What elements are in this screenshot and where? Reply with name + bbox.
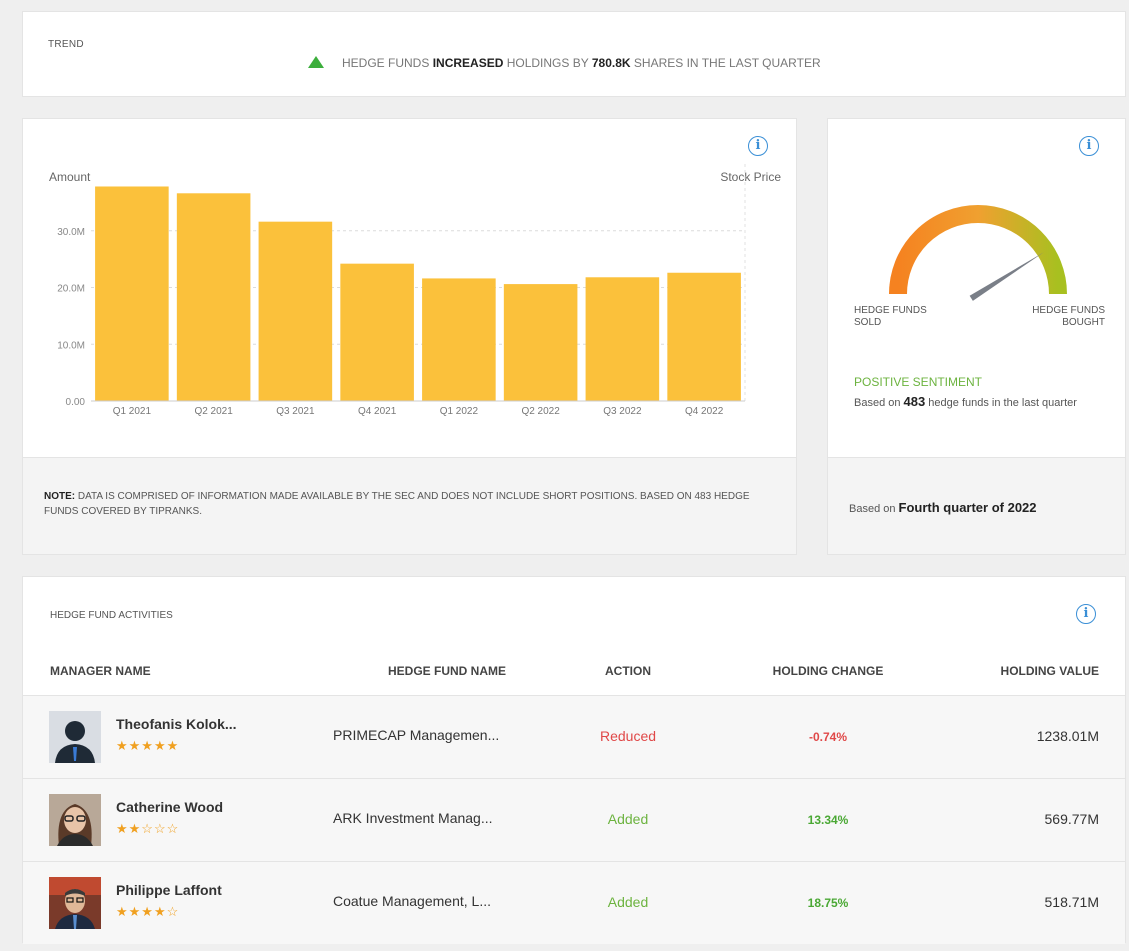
bar-q4-2022 bbox=[667, 272, 741, 401]
table-row[interactable]: Philippe Laffont ★★★★☆ Coatue Management… bbox=[23, 861, 1125, 944]
basis-post: hedge funds in the last quarter bbox=[925, 397, 1077, 409]
holding-change: 18.75% bbox=[807, 896, 849, 910]
manager-name[interactable]: Theofanis Kolok... bbox=[116, 716, 237, 732]
action-value: Added bbox=[607, 811, 649, 827]
manager-name[interactable]: Philippe Laffont bbox=[116, 882, 222, 898]
bar-q4-2021 bbox=[340, 263, 414, 401]
info-icon[interactable]: i bbox=[1079, 136, 1099, 156]
y-tick-label: 0.00 bbox=[66, 397, 86, 408]
bar-q2-2022 bbox=[503, 284, 578, 401]
info-icon[interactable]: i bbox=[1076, 604, 1096, 624]
trend-card: TREND HEDGE FUNDS INCREASED HOLDINGS BY … bbox=[22, 11, 1126, 97]
trend-msg-suffix: SHARES IN THE LAST QUARTER bbox=[630, 56, 821, 70]
sold-label: HEDGE FUNDS SOLD bbox=[854, 305, 927, 329]
holdings-chart-card: i Amount Stock Price 0.00 10.0M 20.0M 30.0M Q1… bbox=[22, 118, 797, 555]
star-rating-icon: ★★☆☆☆ bbox=[116, 821, 180, 836]
avatar[interactable] bbox=[49, 711, 101, 763]
sentiment-card: i HEDGE FUNDS SOLD HEDGE FUNDS BOUGHT POSI… bbox=[827, 118, 1126, 555]
sold-label-line1: HEDGE FUNDS bbox=[854, 305, 927, 316]
avatar[interactable] bbox=[49, 877, 101, 929]
x-tick-label: Q4 2022 bbox=[685, 406, 724, 417]
y-tick-label: 20.0M bbox=[57, 284, 85, 295]
hedge-fund-activities-card: HEDGE FUND ACTIVITIES i MANAGER NAME HED… bbox=[22, 576, 1126, 944]
bar-q3-2022 bbox=[585, 277, 660, 401]
holding-value: 518.71M bbox=[1044, 894, 1099, 910]
avatar-photo-icon bbox=[49, 877, 101, 929]
fund-name[interactable]: PRIMECAP Managemen... bbox=[333, 727, 499, 743]
basis-count: 483 bbox=[903, 394, 926, 409]
trend-label: TREND bbox=[48, 39, 84, 50]
header-change[interactable]: HOLDING CHANGE bbox=[763, 664, 893, 678]
y-tick-label: 30.0M bbox=[57, 227, 85, 238]
gauge-needle bbox=[969, 252, 1044, 301]
avatar-placeholder-icon bbox=[49, 711, 101, 763]
sentiment-basis: Based on 483 hedge funds in the last qua… bbox=[854, 393, 1099, 412]
trend-msg-mid: HOLDINGS BY bbox=[503, 56, 592, 70]
x-tick-label: Q2 2021 bbox=[194, 406, 233, 417]
fund-name[interactable]: Coatue Management, L... bbox=[333, 893, 491, 909]
x-tick-label: Q2 2022 bbox=[521, 406, 560, 417]
header-action[interactable]: ACTION bbox=[563, 664, 693, 678]
bought-label-line1: HEDGE FUNDS bbox=[1032, 305, 1105, 316]
holding-change: -0.74% bbox=[808, 730, 848, 744]
star-rating-icon: ★★★★★ bbox=[116, 738, 180, 753]
note-text: NOTE: DATA IS COMPRISED OF INFORMATION M… bbox=[44, 489, 774, 519]
basis-pre: Based on bbox=[854, 397, 904, 409]
star-rating-icon: ★★★★☆ bbox=[116, 904, 180, 919]
action-value: Reduced bbox=[599, 728, 657, 744]
sentiment-gauge bbox=[889, 205, 1067, 301]
holdings-bar-chart: Amount Stock Price 0.00 10.0M 20.0M 30.0M Q1 2… bbox=[49, 164, 781, 417]
note-lead: NOTE: bbox=[44, 491, 76, 502]
trend-msg-action: INCREASED bbox=[432, 56, 504, 70]
bought-label-line2: BOUGHT bbox=[1062, 317, 1105, 328]
holding-change: 13.34% bbox=[807, 813, 849, 827]
bar-q2-2021 bbox=[176, 193, 251, 401]
period-pre: Based on bbox=[849, 503, 899, 515]
table-row[interactable]: Theofanis Kolok... ★★★★★ PRIMECAP Manage… bbox=[23, 695, 1125, 778]
y-axis-title: Amount bbox=[49, 170, 91, 184]
activities-title: HEDGE FUND ACTIVITIES bbox=[50, 610, 173, 621]
x-tick-label: Q3 2022 bbox=[603, 406, 642, 417]
sentiment-label: POSITIVE SENTIMENT bbox=[854, 375, 983, 389]
avatar[interactable] bbox=[49, 794, 101, 846]
sold-label-line2: SOLD bbox=[854, 317, 882, 328]
period-value: Fourth quarter of 2022 bbox=[898, 500, 1037, 515]
gauge-needle-shape bbox=[969, 252, 1044, 301]
x-tick-label: Q1 2021 bbox=[113, 406, 152, 417]
action-value: Added bbox=[607, 894, 649, 910]
trend-up-icon bbox=[308, 56, 324, 68]
avatar-photo-icon bbox=[49, 794, 101, 846]
bar-q3-2021 bbox=[258, 221, 333, 401]
x-tick-label: Q4 2021 bbox=[358, 406, 397, 417]
fund-name[interactable]: ARK Investment Manag... bbox=[333, 810, 493, 826]
bar-q1-2022 bbox=[422, 278, 496, 401]
trend-msg-prefix: HEDGE FUNDS bbox=[342, 56, 433, 70]
y-tick-label: 10.0M bbox=[57, 340, 85, 351]
bought-label: HEDGE FUNDS BOUGHT bbox=[1032, 305, 1105, 329]
header-value[interactable]: HOLDING VALUE bbox=[1001, 664, 1099, 678]
table-row[interactable]: Catherine Wood ★★☆☆☆ ARK Investment Mana… bbox=[23, 778, 1125, 861]
holding-value: 1238.01M bbox=[1036, 728, 1099, 744]
manager-name[interactable]: Catherine Wood bbox=[116, 799, 223, 815]
header-manager[interactable]: MANAGER NAME bbox=[50, 664, 151, 678]
y2-axis-title: Stock Price bbox=[720, 170, 781, 184]
holding-value: 569.77M bbox=[1044, 811, 1099, 827]
x-tick-label: Q3 2021 bbox=[276, 406, 315, 417]
header-fund[interactable]: HEDGE FUND NAME bbox=[388, 664, 506, 678]
sentiment-period: Based on Fourth quarter of 2022 bbox=[849, 500, 1037, 515]
x-tick-label: Q1 2022 bbox=[440, 406, 479, 417]
bar-q1-2021 bbox=[95, 186, 169, 401]
note-body: DATA IS COMPRISED OF INFORMATION MADE AV… bbox=[44, 491, 750, 517]
gauge-arc bbox=[889, 205, 1067, 295]
trend-msg-amount: 780.8K bbox=[591, 56, 631, 70]
trend-message: HEDGE FUNDS INCREASED HOLDINGS BY 780.8K… bbox=[308, 56, 821, 70]
